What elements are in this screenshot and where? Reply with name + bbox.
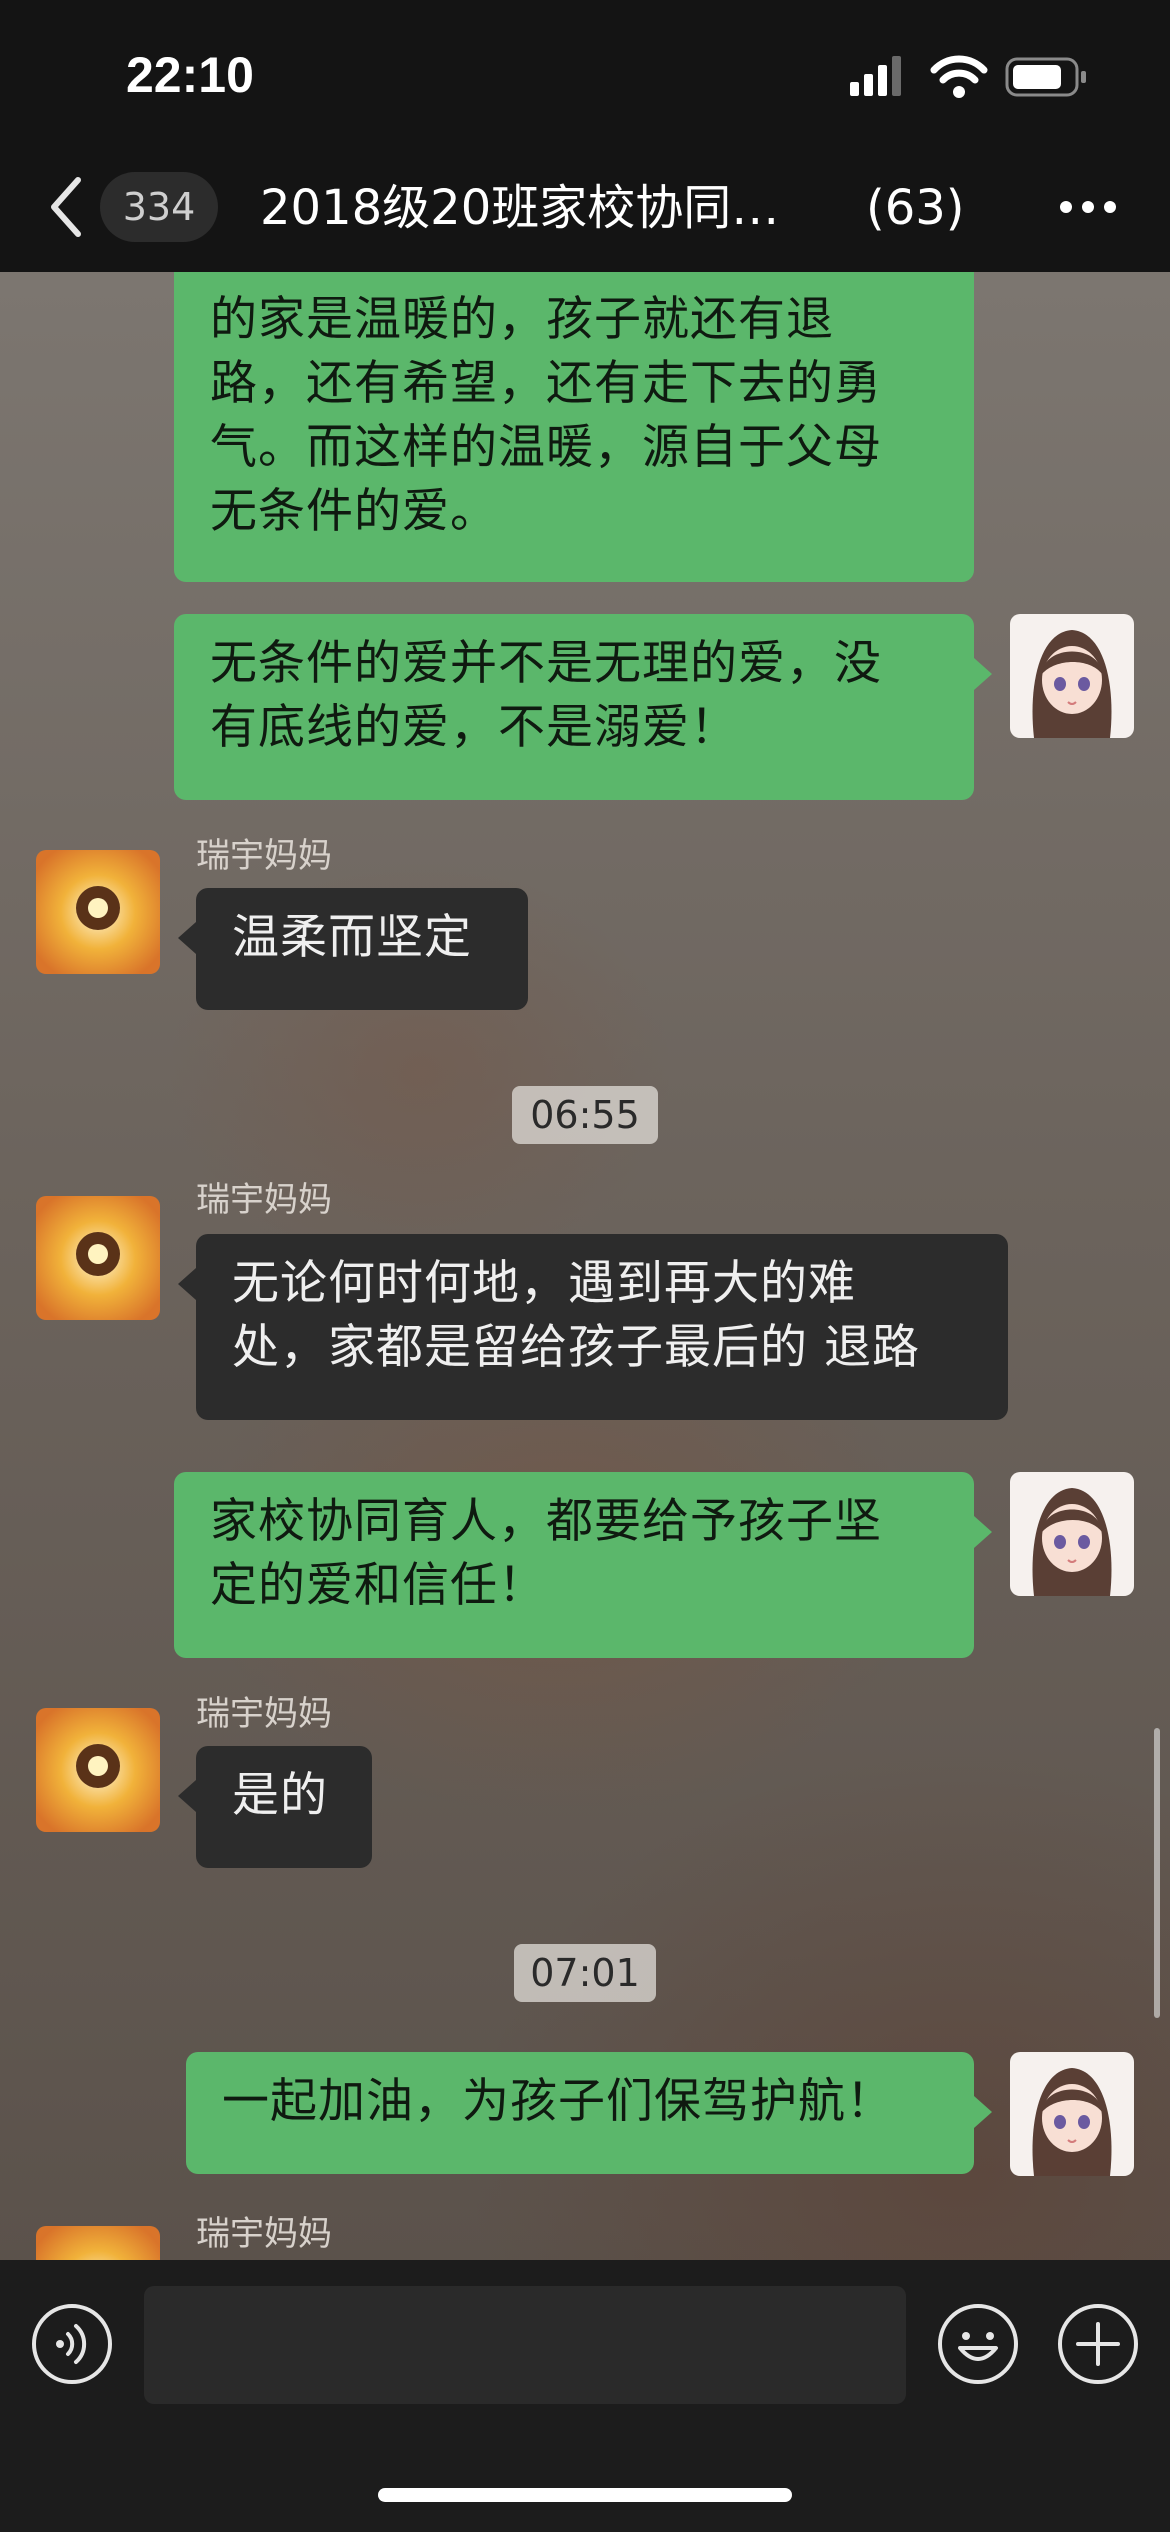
- sender-avatar[interactable]: [36, 850, 160, 974]
- bubble-tail: [178, 922, 196, 954]
- other-message-bubble[interactable]: 无论何时何地，遇到再大的难 处，家都是留给孩子最后的 退路: [196, 1234, 1008, 1420]
- chat-timestamp: 07:01: [514, 1944, 656, 2002]
- message-line: 无条件的爱。: [210, 484, 498, 539]
- message-line: 处，家都是留给孩子最后的 退路: [232, 1320, 920, 1375]
- chat-scrollbar[interactable]: [1154, 1728, 1160, 2018]
- bubble-tail: [178, 1268, 196, 1300]
- home-indicator[interactable]: [378, 2488, 792, 2502]
- voice-icon[interactable]: [30, 2302, 114, 2386]
- sender-name: 瑞宇妈妈: [196, 836, 332, 876]
- wifi-icon: [930, 55, 988, 98]
- plus-icon[interactable]: [1056, 2302, 1140, 2386]
- sender-name: 瑞宇妈妈: [196, 2214, 332, 2254]
- sunflower-avatar-icon: [36, 1196, 160, 1320]
- unread-count-badge[interactable]: 334: [100, 172, 218, 242]
- chat-message-list[interactable]: 的家是温暖的，孩子就还有退 路，还有希望，还有走下去的勇 气。而这样的温暖，源自…: [0, 272, 1170, 2260]
- message-line: 定的爱和信任！: [210, 1558, 546, 1613]
- my-avatar[interactable]: [1010, 614, 1134, 738]
- status-icons: [850, 55, 1086, 98]
- sunflower-avatar-icon: [36, 1708, 160, 1832]
- sunflower-avatar-icon: [36, 850, 160, 974]
- girl-avatar-icon: [1010, 2052, 1134, 2176]
- my-message-bubble[interactable]: 家校协同育人，都要给予孩子坚 定的爱和信任！: [174, 1472, 974, 1658]
- girl-avatar-icon: [1010, 1472, 1134, 1596]
- cellular-signal-icon: [850, 56, 901, 96]
- message-line: 路，还有希望，还有走下去的勇: [210, 356, 882, 411]
- message-line: 无条件的爱并不是无理的爱，没: [210, 636, 882, 691]
- other-message-bubble[interactable]: 温柔而坚定: [196, 888, 528, 1010]
- bubble-tail: [974, 658, 992, 690]
- chat-timestamp: 06:55: [512, 1086, 658, 1144]
- sender-avatar[interactable]: [36, 2226, 160, 2260]
- message-line: 无论何时何地，遇到再大的难: [232, 1256, 856, 1311]
- bubble-tail: [178, 1780, 196, 1812]
- sender-name: 瑞宇妈妈: [196, 1694, 332, 1734]
- girl-avatar-icon: [1010, 614, 1134, 738]
- sender-name: 瑞宇妈妈: [196, 1180, 332, 1220]
- chat-title: 2018级20班家校协同…: [260, 180, 780, 236]
- my-message-bubble[interactable]: 一起加油，为孩子们保驾护航！: [186, 2052, 974, 2174]
- status-time: 22:10: [126, 47, 254, 103]
- bubble-tail: [974, 1516, 992, 1548]
- back-chevron-icon[interactable]: [44, 172, 88, 242]
- message-line: 一起加油，为孩子们保驾护航！: [222, 2074, 894, 2129]
- message-line: 是的: [232, 1768, 328, 1823]
- message-line: 家校协同育人，都要给予孩子坚: [210, 1494, 882, 1549]
- message-line: 气。而这样的温暖，源自于父母: [210, 420, 882, 475]
- message-line: 温柔而坚定: [232, 910, 472, 965]
- battery-icon: [1005, 57, 1086, 97]
- my-avatar[interactable]: [1010, 2052, 1134, 2176]
- my-message-bubble[interactable]: 无条件的爱并不是无理的爱，没 有底线的爱，不是溺爱！: [174, 614, 974, 800]
- bubble-tail: [974, 2096, 992, 2128]
- other-message-bubble[interactable]: 是的: [196, 1746, 372, 1868]
- more-options-icon[interactable]: [1058, 196, 1118, 218]
- message-line: 的家是温暖的，孩子就还有退: [210, 292, 834, 347]
- sender-avatar[interactable]: [36, 1708, 160, 1832]
- message-input[interactable]: [144, 2286, 906, 2404]
- member-count: (63): [866, 180, 965, 236]
- top-bar: 22:10 334 2018级20班家校协同… (63): [0, 0, 1170, 272]
- my-avatar[interactable]: [1010, 1472, 1134, 1596]
- emoji-icon[interactable]: [936, 2302, 1020, 2386]
- my-message-bubble[interactable]: 的家是温暖的，孩子就还有退 路，还有希望，还有走下去的勇 气。而这样的温暖，源自…: [174, 272, 974, 582]
- sunflower-avatar-icon: [36, 2226, 160, 2260]
- message-line: 有底线的爱，不是溺爱！: [210, 700, 738, 755]
- sender-avatar[interactable]: [36, 1196, 160, 1320]
